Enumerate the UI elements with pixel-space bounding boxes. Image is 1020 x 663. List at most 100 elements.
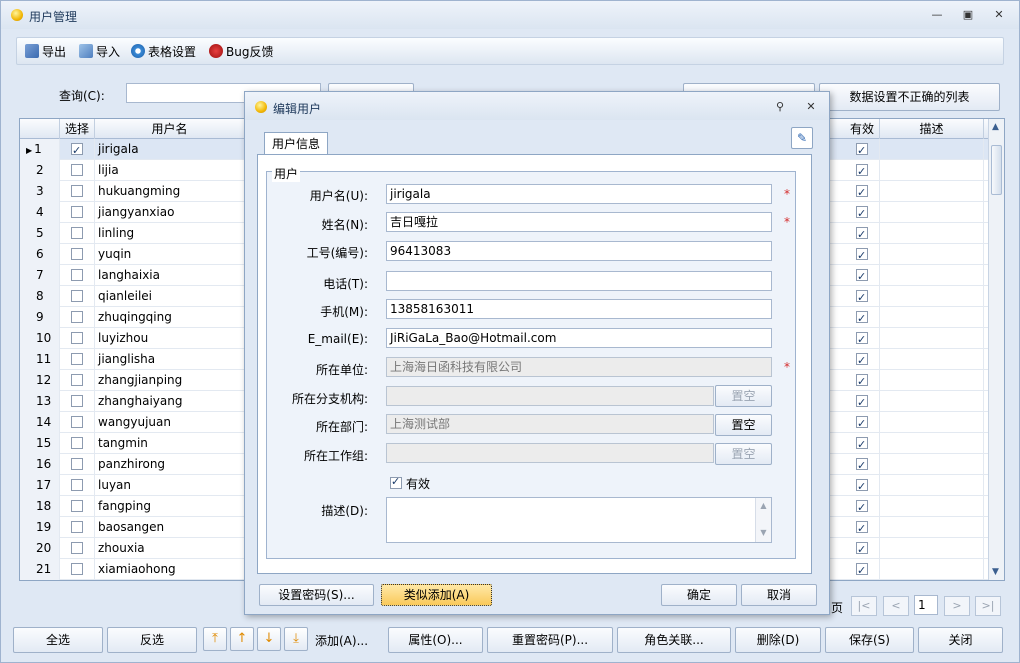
description-cell[interactable] — [880, 412, 984, 433]
select-checkbox[interactable] — [71, 500, 83, 512]
valid-cell[interactable] — [845, 454, 880, 475]
select-cell[interactable] — [60, 202, 95, 223]
cancel-button[interactable]: 取消 — [741, 584, 817, 606]
valid-cell[interactable] — [845, 517, 880, 538]
mobile-field[interactable]: 13858163011 — [386, 299, 772, 319]
valid-cell[interactable] — [845, 412, 880, 433]
select-cell[interactable] — [60, 139, 95, 160]
save-button[interactable]: 保存(S) — [825, 627, 914, 653]
prev-page-button[interactable]: < — [883, 596, 909, 616]
description-cell[interactable] — [880, 559, 984, 580]
valid-checkbox[interactable] — [856, 498, 868, 517]
valid-checkbox[interactable] — [856, 141, 868, 160]
select-checkbox[interactable] — [71, 563, 83, 575]
select-checkbox[interactable] — [71, 437, 83, 449]
move-up-icon[interactable]: ↑ — [230, 627, 254, 651]
valid-cell[interactable] — [845, 475, 880, 496]
valid-cell[interactable] — [845, 328, 880, 349]
description-cell[interactable] — [880, 307, 984, 328]
username-cell[interactable]: qianleilei — [95, 286, 245, 307]
description-cell[interactable] — [880, 202, 984, 223]
description-cell[interactable] — [880, 328, 984, 349]
delete-button[interactable]: 删除(D) — [735, 627, 821, 653]
valid-cell[interactable] — [845, 181, 880, 202]
valid-checkbox[interactable] — [856, 351, 868, 370]
valid-cell[interactable] — [845, 265, 880, 286]
username-cell[interactable]: fangping — [95, 496, 245, 517]
valid-cell[interactable] — [845, 223, 880, 244]
valid-cell[interactable] — [845, 433, 880, 454]
move-top-icon[interactable]: ⤒ — [203, 627, 227, 651]
role-link-button[interactable]: 角色关联... — [617, 627, 731, 653]
select-all-button[interactable]: 全选 — [13, 627, 103, 653]
valid-checkbox[interactable] — [856, 372, 868, 391]
valid-checkbox[interactable] — [856, 330, 868, 349]
username-cell[interactable]: lijia — [95, 160, 245, 181]
select-checkbox[interactable] — [71, 311, 83, 323]
select-cell[interactable] — [60, 244, 95, 265]
valid-cell[interactable] — [845, 202, 880, 223]
valid-checkbox[interactable] — [856, 162, 868, 181]
import-button[interactable]: 导入 — [79, 42, 120, 62]
valid-cell[interactable] — [845, 349, 880, 370]
valid-cell[interactable] — [845, 160, 880, 181]
last-page-button[interactable]: >| — [975, 596, 1001, 616]
select-checkbox[interactable] — [71, 269, 83, 281]
select-cell[interactable] — [60, 328, 95, 349]
username-cell[interactable]: zhouxia — [95, 538, 245, 559]
table-settings-button[interactable]: 表格设置 — [131, 42, 196, 62]
description-cell[interactable] — [880, 160, 984, 181]
select-checkbox[interactable] — [71, 353, 83, 365]
select-cell[interactable] — [60, 517, 95, 538]
next-page-button[interactable]: > — [944, 596, 970, 616]
select-checkbox[interactable] — [71, 395, 83, 407]
username-cell[interactable]: jiangyanxiao — [95, 202, 245, 223]
valid-cell[interactable] — [845, 286, 880, 307]
valid-checkbox[interactable] — [856, 456, 868, 475]
select-checkbox[interactable] — [71, 332, 83, 344]
valid-checkbox[interactable] — [390, 475, 402, 489]
description-cell[interactable] — [880, 181, 984, 202]
select-checkbox[interactable] — [71, 290, 83, 302]
description-cell[interactable] — [880, 223, 984, 244]
valid-column-header[interactable]: 有效 — [845, 119, 880, 139]
add-button[interactable]: 添加(A)... — [315, 632, 368, 649]
valid-checkbox[interactable] — [856, 540, 868, 559]
select-checkbox[interactable] — [71, 227, 83, 239]
description-scrollbar[interactable]: ▲ ▼ — [755, 498, 771, 542]
dialog-close-button[interactable]: ✕ — [802, 99, 820, 115]
tab-user-info[interactable]: 用户信息 — [264, 132, 328, 155]
username-column-header[interactable]: 用户名 — [95, 119, 245, 139]
properties-button[interactable]: 属性(O)... — [388, 627, 483, 653]
select-checkbox[interactable] — [71, 185, 83, 197]
scroll-up-icon[interactable]: ▲ — [756, 501, 771, 510]
description-cell[interactable] — [880, 244, 984, 265]
username-cell[interactable]: zhanghaiyang — [95, 391, 245, 412]
username-cell[interactable]: linling — [95, 223, 245, 244]
valid-checkbox[interactable] — [856, 225, 868, 244]
description-cell[interactable] — [880, 349, 984, 370]
valid-checkbox[interactable] — [856, 519, 868, 538]
select-cell[interactable] — [60, 412, 95, 433]
username-cell[interactable]: jianglisha — [95, 349, 245, 370]
close-window-button[interactable]: ✕ — [990, 7, 1008, 23]
select-checkbox[interactable] — [71, 521, 83, 533]
dialog-pin-icon[interactable]: ⚲ — [771, 99, 789, 115]
select-cell[interactable] — [60, 223, 95, 244]
username-cell[interactable]: hukuangming — [95, 181, 245, 202]
bug-report-button[interactable]: Bug反馈 — [209, 42, 273, 62]
valid-cell[interactable] — [845, 538, 880, 559]
username-cell[interactable]: langhaixia — [95, 265, 245, 286]
username-cell[interactable]: zhuqingqing — [95, 307, 245, 328]
valid-checkbox[interactable] — [856, 414, 868, 433]
select-column-header[interactable]: 选择 — [60, 119, 95, 139]
export-button[interactable]: 导出 — [25, 42, 66, 62]
valid-checkbox[interactable] — [856, 393, 868, 412]
edit-icon[interactable]: ✎ — [791, 127, 813, 149]
valid-checkbox[interactable] — [856, 435, 868, 454]
select-checkbox[interactable] — [71, 164, 83, 176]
similar-add-button[interactable]: 类似添加(A) — [381, 584, 492, 606]
description-cell[interactable] — [880, 475, 984, 496]
description-cell[interactable] — [880, 139, 984, 160]
select-cell[interactable] — [60, 160, 95, 181]
